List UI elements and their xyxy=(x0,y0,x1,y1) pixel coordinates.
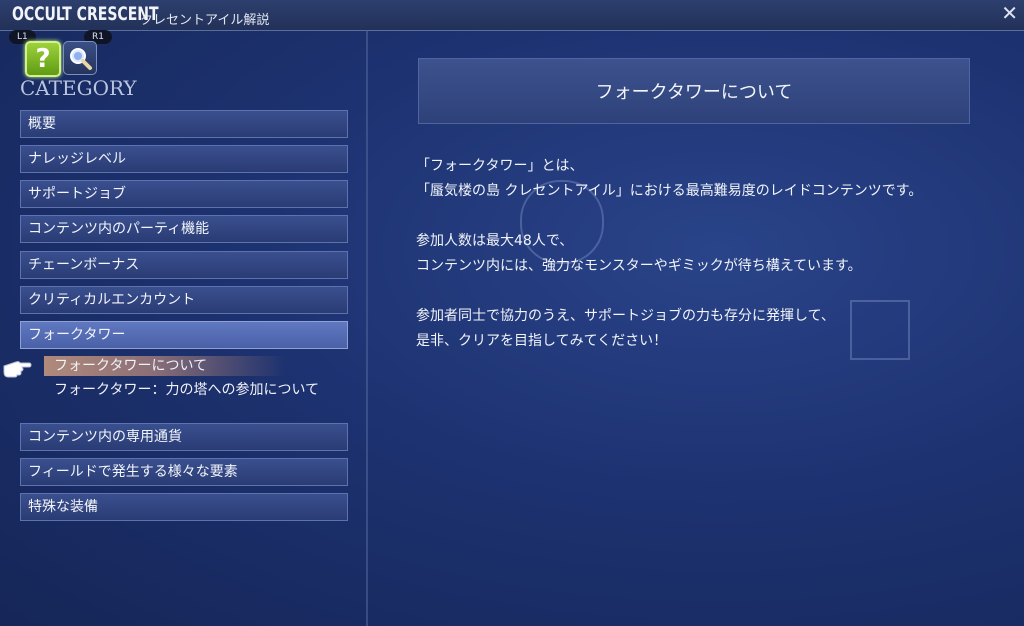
question-icon[interactable]: ? xyxy=(25,41,61,77)
sub-item-tower-of-power[interactable]: フォークタワー：力の塔への参加について xyxy=(44,380,319,400)
menu-item-overview[interactable]: 概要 xyxy=(20,110,348,138)
menu-item-field-elements[interactable]: フィールドで発生する様々な要素 xyxy=(20,458,348,486)
title-bar: OCCULT CRESCENT クレセントアイル解説 ✕ xyxy=(0,0,1024,31)
paragraph-1-line-2: 「蜃気楼の島 クレセントアイル」における最高難易度のレイドコンテンツです。 xyxy=(416,183,923,199)
paragraph-2-line-2: コンテンツ内には、強力なモンスターやギミックが待ち構えています。 xyxy=(416,258,862,274)
menu-item-special-equipment[interactable]: 特殊な装備 xyxy=(20,493,348,521)
close-icon[interactable]: ✕ xyxy=(1001,1,1018,25)
paragraph-3-line-2: 是非、クリアを目指してみてください！ xyxy=(416,333,668,349)
menu-item-critical-encounter[interactable]: クリティカルエンカウント xyxy=(20,286,348,314)
menu-item-chain-bonus[interactable]: チェーンボーナス xyxy=(20,251,348,279)
menu-item-currency[interactable]: コンテンツ内の専用通貨 xyxy=(20,423,348,451)
app-subtitle: クレセントアイル解説 xyxy=(140,13,270,28)
menu-item-fork-tower[interactable]: フォークタワー xyxy=(20,321,348,349)
content-body: 「フォークタワー」とは、 「蜃気楼の島 クレセントアイル」における最高難易度のレ… xyxy=(416,154,1006,379)
menu-item-party-features[interactable]: コンテンツ内のパーティ機能 xyxy=(20,215,348,243)
paragraph-2: 参加人数は最大48人で、 コンテンツ内には、強力なモンスターやギミックが待ち構え… xyxy=(416,229,1006,279)
menu-item-knowledge-level[interactable]: ナレッジレベル xyxy=(20,145,348,173)
app-title: OCCULT CRESCENT xyxy=(12,3,159,25)
hand-pointer-icon xyxy=(3,361,32,378)
paragraph-3: 参加者同士で協力のうえ、サポートジョブの力も存分に発揮して、 是非、クリアを目指… xyxy=(416,304,1006,354)
paragraph-3-line-1: 参加者同士で協力のうえ、サポートジョブの力も存分に発揮して、 xyxy=(416,308,835,324)
magnifier-icon[interactable] xyxy=(63,41,97,75)
paragraph-1-line-1: 「フォークタワー」とは、 xyxy=(416,158,584,174)
category-label: CATEGORY xyxy=(20,76,137,100)
sub-item-about-fork-tower[interactable]: フォークタワーについて xyxy=(44,356,286,376)
paragraph-2-line-1: 参加人数は最大48人で、 xyxy=(416,233,574,249)
content-title: フォークタワーについて xyxy=(418,58,970,124)
menu-item-support-job[interactable]: サポートジョブ xyxy=(20,180,348,208)
panel-divider xyxy=(366,30,368,626)
paragraph-1: 「フォークタワー」とは、 「蜃気楼の島 クレセントアイル」における最高難易度のレ… xyxy=(416,154,1006,204)
